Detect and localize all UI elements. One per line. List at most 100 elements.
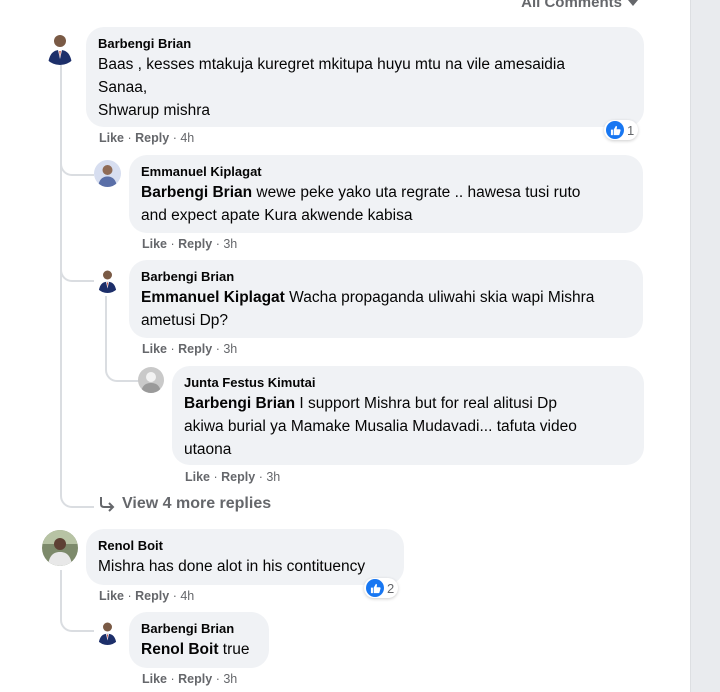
comment-actions: Like · Reply · 3h xyxy=(142,342,237,356)
comment-text-line: Mishra has done alot in his contituency xyxy=(98,558,366,575)
view-more-label: View 4 more replies xyxy=(122,495,272,512)
separator: · xyxy=(127,131,132,145)
comment-text-line: and expect apate Kura akwende kabisa xyxy=(141,207,413,224)
avatar[interactable] xyxy=(138,367,164,393)
mention-link[interactable]: Barbengi Brian xyxy=(184,395,295,412)
comments-panel: All Comments Barbengi Brian Baas , kesse… xyxy=(0,0,691,692)
reply-button[interactable]: Reply xyxy=(178,237,212,251)
mention-link[interactable]: Renol Boit xyxy=(141,641,219,658)
reaction-number: 2 xyxy=(387,580,395,596)
comment-author[interactable]: Junta Festus Kimutai xyxy=(184,374,632,391)
separator: · xyxy=(258,470,263,484)
like-button[interactable]: Like xyxy=(142,237,167,251)
timestamp[interactable]: 3h xyxy=(223,342,237,356)
reply-bubble: Junta Festus Kimutai Barbengi Brian I su… xyxy=(172,366,644,465)
reply-bubble: Barbengi Brian Renol Boit true xyxy=(129,612,269,668)
separator: · xyxy=(170,342,175,356)
timestamp[interactable]: 3h xyxy=(223,672,237,686)
sort-label: All Comments xyxy=(521,0,622,11)
avatar[interactable] xyxy=(94,160,121,187)
comment-bubble: Renol Boit Mishra has done alot in his c… xyxy=(86,529,404,585)
like-button[interactable]: Like xyxy=(99,589,124,603)
timestamp[interactable]: 3h xyxy=(223,237,237,251)
comment-text-line: Sanaa, xyxy=(98,79,148,96)
comment-text-line: utaona xyxy=(184,441,232,458)
comment-author[interactable]: Renol Boit xyxy=(98,537,392,554)
thread-branch xyxy=(60,256,94,282)
avatar-person-icon xyxy=(42,29,78,65)
like-button[interactable]: Like xyxy=(99,131,124,145)
comment-text: Barbengi Brian I support Mishra but for … xyxy=(184,392,632,415)
comment-actions: Like · Reply · 3h xyxy=(142,237,237,251)
separator: · xyxy=(127,589,132,603)
avatar[interactable] xyxy=(94,266,121,293)
comment-sort-dropdown[interactable]: All Comments xyxy=(521,0,638,11)
comment-text-line: Wacha propaganda uliwahi skia wapi Mishr… xyxy=(284,289,595,306)
thumbs-up-icon xyxy=(366,579,384,597)
thread-line xyxy=(60,570,62,610)
avatar-person-icon xyxy=(42,530,78,566)
reply-button[interactable]: Reply xyxy=(135,589,169,603)
avatar[interactable] xyxy=(42,29,78,65)
separator: · xyxy=(213,470,218,484)
comment-bubble: Barbengi Brian Baas , kesses mtakuja kur… xyxy=(86,27,644,127)
thread-branch xyxy=(60,150,94,176)
comment-text-line: wewe peke yako uta regrate .. hawesa tus… xyxy=(252,184,581,201)
separator: · xyxy=(215,672,220,686)
thread-line xyxy=(60,64,62,496)
comment-text: Renol Boit true xyxy=(141,638,257,661)
reply-bubble: Emmanuel Kiplagat Barbengi Brian wewe pe… xyxy=(129,155,643,233)
timestamp[interactable]: 3h xyxy=(266,470,280,484)
comment-text-line: true xyxy=(218,641,250,658)
reply-button[interactable]: Reply xyxy=(178,672,212,686)
reply-button[interactable]: Reply xyxy=(178,342,212,356)
like-button[interactable]: Like xyxy=(142,672,167,686)
comment-author[interactable]: Barbengi Brian xyxy=(98,35,632,52)
avatar-person-icon xyxy=(94,618,121,645)
timestamp[interactable]: 4h xyxy=(180,131,194,145)
comment-text: Barbengi Brian wewe peke yako uta regrat… xyxy=(141,181,631,204)
comment-text-line: Baas , kesses mtakuja kuregret mkitupa h… xyxy=(98,56,565,73)
reply-bubble: Barbengi Brian Emmanuel Kiplagat Wacha p… xyxy=(129,260,643,338)
separator: · xyxy=(215,342,220,356)
reaction-number: 1 xyxy=(627,122,635,138)
comment-author[interactable]: Barbengi Brian xyxy=(141,620,257,637)
avatar-person-icon xyxy=(138,367,164,393)
reply-button[interactable]: Reply xyxy=(135,131,169,145)
comment-actions: Like · Reply · 3h xyxy=(142,672,237,686)
mention-link[interactable]: Emmanuel Kiplagat xyxy=(141,289,285,306)
comment-actions: Like · Reply · 4h xyxy=(99,589,194,603)
comment-text-line: ametusi Dp? xyxy=(141,312,229,329)
comment-text: Emmanuel Kiplagat Wacha propaganda uliwa… xyxy=(141,286,631,309)
comment-author[interactable]: Emmanuel Kiplagat xyxy=(141,163,631,180)
avatar[interactable] xyxy=(42,530,78,566)
separator: · xyxy=(172,589,177,603)
chevron-down-icon xyxy=(628,0,638,6)
comment-text-line: Shwarup mishra xyxy=(98,102,210,119)
comment-text-line: I support Mishra but for real alitusi Dp xyxy=(295,395,557,412)
reply-button[interactable]: Reply xyxy=(221,470,255,484)
separator: · xyxy=(170,237,175,251)
separator: · xyxy=(172,131,177,145)
thumbs-up-icon xyxy=(606,121,624,139)
thread-branch xyxy=(105,356,139,382)
avatar-person-icon xyxy=(94,160,121,187)
view-more-replies-button[interactable]: View 4 more replies xyxy=(98,495,271,513)
avatar[interactable] xyxy=(94,618,121,645)
like-button[interactable]: Like xyxy=(142,342,167,356)
reply-arrow-icon xyxy=(100,497,115,512)
reaction-count[interactable]: 1 xyxy=(604,120,639,140)
reaction-count[interactable]: 2 xyxy=(364,578,399,598)
comment-actions: Like · Reply · 4h xyxy=(99,131,194,145)
comment-author[interactable]: Barbengi Brian xyxy=(141,268,631,285)
comment-actions: Like · Reply · 3h xyxy=(185,470,280,484)
like-button[interactable]: Like xyxy=(185,470,210,484)
comment-text-line: akiwa burial ya Mamake Musalia Mudavadi.… xyxy=(184,418,577,435)
separator: · xyxy=(170,672,175,686)
timestamp[interactable]: 4h xyxy=(180,589,194,603)
avatar-person-icon xyxy=(94,266,121,293)
thread-branch xyxy=(60,484,94,508)
mention-link[interactable]: Barbengi Brian xyxy=(141,184,252,201)
thread-line xyxy=(105,296,107,360)
thread-branch xyxy=(60,606,94,632)
